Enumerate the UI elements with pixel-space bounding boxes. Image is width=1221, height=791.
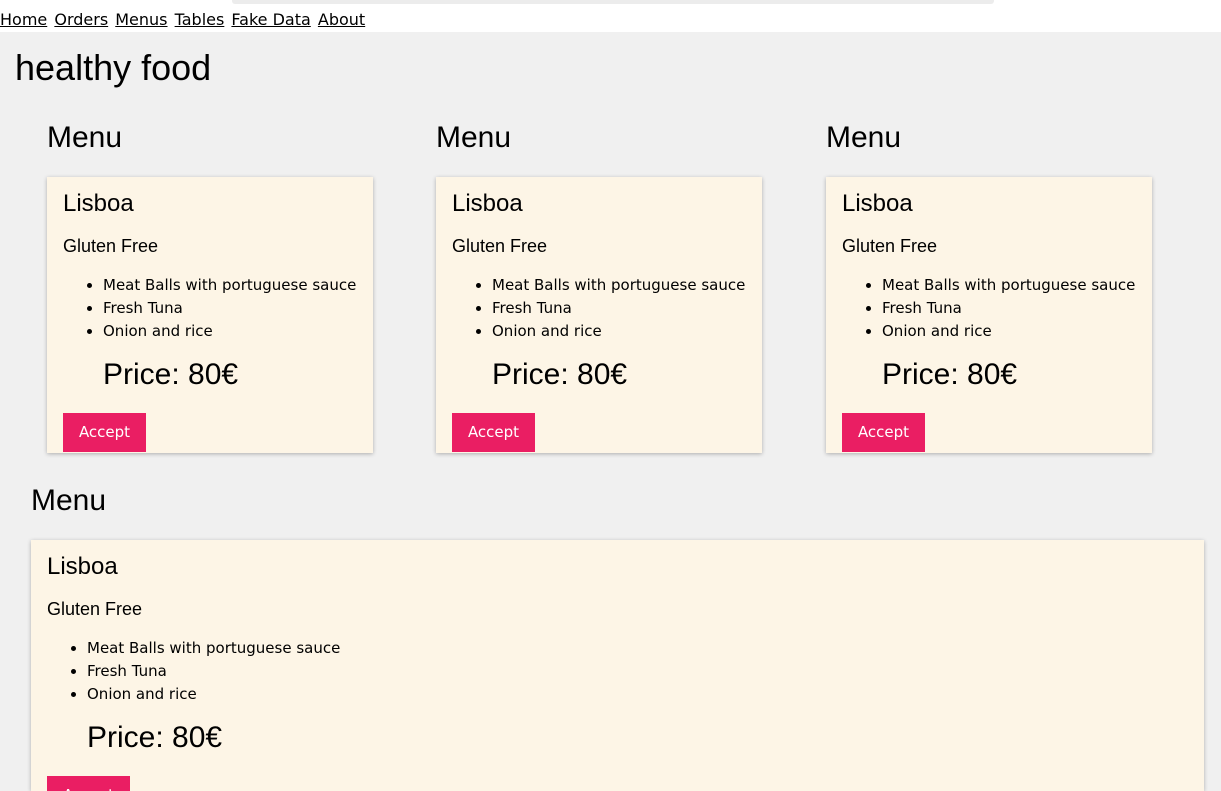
list-item: Fresh Tuna <box>103 297 356 320</box>
menu-section: Menu Lisboa Gluten Free Meat Balls with … <box>47 120 373 460</box>
menu-section: Menu Lisboa Gluten Free Meat Balls with … <box>826 120 1152 460</box>
card-diet-tag: Gluten Free <box>842 236 938 256</box>
card-price: Price: 80€ <box>492 358 628 391</box>
card-item-list: Meat Balls with portuguese sauce Fresh T… <box>63 274 356 343</box>
list-item: Meat Balls with portuguese sauce <box>87 637 340 660</box>
card-title: Lisboa <box>63 190 134 217</box>
card-price: Price: 80€ <box>87 721 223 754</box>
menu-heading: Menu <box>826 121 902 154</box>
list-item: Meat Balls with portuguese sauce <box>103 274 356 297</box>
menu-card: Lisboa Gluten Free Meat Balls with portu… <box>47 177 373 453</box>
card-price: Price: 80€ <box>882 358 1018 391</box>
nav-link-fake-data[interactable]: Fake Data <box>231 10 310 29</box>
menu-heading: Menu <box>436 121 512 154</box>
list-item: Onion and rice <box>103 320 356 343</box>
list-item: Onion and rice <box>492 320 745 343</box>
nav-link-menus[interactable]: Menus <box>115 10 167 29</box>
accept-button[interactable]: Accept <box>47 776 130 791</box>
card-price: Price: 80€ <box>103 358 239 391</box>
card-diet-tag: Gluten Free <box>47 599 143 619</box>
nav-link-tables[interactable]: Tables <box>175 10 225 29</box>
menu-card: Lisboa Gluten Free Meat Balls with portu… <box>826 177 1152 453</box>
list-item: Onion and rice <box>882 320 1135 343</box>
list-item: Meat Balls with portuguese sauce <box>882 274 1135 297</box>
accept-button[interactable]: Accept <box>842 413 925 452</box>
menu-heading: Menu <box>47 121 123 154</box>
list-item: Fresh Tuna <box>882 297 1135 320</box>
page-title: healthy food <box>15 47 212 88</box>
top-navbar: Home Orders Menus Tables Fake Data About <box>0 9 1221 32</box>
card-item-list: Meat Balls with portuguese sauce Fresh T… <box>47 637 340 706</box>
accept-button[interactable]: Accept <box>452 413 535 452</box>
accept-button[interactable]: Accept <box>63 413 146 452</box>
card-diet-tag: Gluten Free <box>452 236 548 256</box>
card-diet-tag: Gluten Free <box>63 236 159 256</box>
nav-link-home[interactable]: Home <box>0 10 47 29</box>
top-scroll-hint <box>232 0 994 4</box>
menu-section: Menu Lisboa Gluten Free Meat Balls with … <box>31 483 1204 791</box>
nav-link-about[interactable]: About <box>318 10 365 29</box>
list-item: Onion and rice <box>87 683 340 706</box>
card-item-list: Meat Balls with portuguese sauce Fresh T… <box>452 274 745 343</box>
list-item: Meat Balls with portuguese sauce <box>492 274 745 297</box>
menu-heading: Menu <box>31 484 107 517</box>
list-item: Fresh Tuna <box>492 297 745 320</box>
menu-card: Lisboa Gluten Free Meat Balls with portu… <box>31 540 1204 791</box>
card-item-list: Meat Balls with portuguese sauce Fresh T… <box>842 274 1135 343</box>
card-title: Lisboa <box>452 190 523 217</box>
nav-link-orders[interactable]: Orders <box>54 10 108 29</box>
menu-card: Lisboa Gluten Free Meat Balls with portu… <box>436 177 762 453</box>
card-title: Lisboa <box>47 553 118 580</box>
menu-section: Menu Lisboa Gluten Free Meat Balls with … <box>436 120 762 460</box>
list-item: Fresh Tuna <box>87 660 340 683</box>
card-title: Lisboa <box>842 190 913 217</box>
